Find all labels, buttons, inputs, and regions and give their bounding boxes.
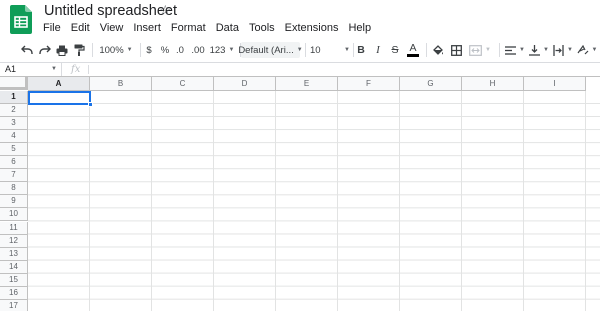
chevron-down-icon: ▼	[543, 47, 549, 53]
text-wrapping-icon[interactable]: ▼	[551, 42, 575, 58]
text-color-swatch	[407, 54, 419, 57]
name-box[interactable]: A1 ▼	[0, 63, 62, 76]
star-icon[interactable]: ☆	[159, 2, 172, 19]
menu-extensions[interactable]: Extensions	[280, 22, 344, 36]
name-box-value: A1	[5, 64, 17, 74]
merge-cells-icon[interactable]: ▼	[467, 42, 493, 58]
row-header-8[interactable]: 8	[0, 182, 28, 196]
text-rotation-icon[interactable]: ▼	[575, 42, 599, 58]
increase-decimals-button[interactable]: .00	[190, 42, 206, 58]
column-header-g[interactable]: G	[400, 77, 462, 91]
decrease-decimals-button[interactable]: .0	[174, 42, 186, 58]
chevron-down-icon: ▼	[519, 47, 525, 53]
row-header-4[interactable]: 4	[0, 130, 28, 144]
increase-decimals-label: .00	[191, 44, 205, 56]
select-all-corner[interactable]	[0, 77, 28, 90]
column-header-e[interactable]: E	[276, 77, 338, 91]
menu-format[interactable]: Format	[166, 22, 211, 36]
row-header-14[interactable]: 14	[0, 260, 28, 274]
cell-area[interactable]	[28, 91, 600, 311]
zoom-value: 100%	[99, 44, 124, 56]
chevron-down-icon: ▼	[296, 47, 303, 53]
row-header-16[interactable]: 16	[0, 286, 28, 300]
active-cell-a1[interactable]	[28, 91, 91, 105]
toolbar: 100% ▼ $ % .0 .00 123 ▼ Default (Ari... ▼ 1…	[10, 39, 600, 61]
borders-icon[interactable]	[449, 42, 463, 58]
redo-icon[interactable]	[38, 42, 52, 58]
fill-handle[interactable]	[88, 102, 93, 107]
menu-help[interactable]: Help	[343, 22, 376, 36]
chevron-down-icon: ▼	[51, 66, 57, 72]
row-header-6[interactable]: 6	[0, 156, 28, 170]
chevron-down-icon: ▼	[344, 47, 350, 53]
vertical-align-icon[interactable]: ▼	[527, 42, 551, 58]
menu-data[interactable]: Data	[211, 22, 244, 36]
title-bar: Untitled spreadsheet ☆ File Edit View In…	[0, 0, 600, 38]
text-color-letter: A	[409, 42, 417, 54]
chevron-down-icon: ▼	[126, 47, 133, 53]
more-formats-select[interactable]: 123 ▼	[209, 42, 235, 58]
row-header-13[interactable]: 13	[0, 247, 28, 261]
row-header-7[interactable]: 7	[0, 169, 28, 183]
menu-edit[interactable]: Edit	[66, 22, 95, 36]
sheets-logo-icon[interactable]	[10, 5, 32, 34]
decrease-decimals-label: .0	[176, 44, 184, 56]
row-header-2[interactable]: 2	[0, 104, 28, 118]
column-header-a[interactable]: A	[28, 77, 90, 91]
menu-view[interactable]: View	[95, 22, 129, 36]
row-header-12[interactable]: 12	[0, 234, 28, 248]
row-header-10[interactable]: 10	[0, 208, 28, 222]
document-title[interactable]: Untitled spreadsheet	[44, 3, 177, 19]
menu-file[interactable]: File	[38, 22, 66, 36]
spreadsheet-grid[interactable]: ABCDEFGHI 1 2 3 4 5 6 7 8 9 10 11 12 13 14 15 16 17	[0, 76, 600, 311]
column-header-c[interactable]: C	[152, 77, 214, 91]
menu-tools[interactable]: Tools	[244, 22, 280, 36]
text-color-button[interactable]: A	[406, 42, 420, 58]
row-header-9[interactable]: 9	[0, 195, 28, 209]
column-header-d[interactable]: D	[214, 77, 276, 91]
italic-button[interactable]: I	[373, 42, 383, 58]
print-icon[interactable]	[55, 42, 69, 58]
currency-button[interactable]: $	[144, 42, 154, 58]
zoom-select[interactable]: 100% ▼	[99, 42, 133, 58]
strikethrough-button[interactable]: S	[390, 42, 400, 58]
chevron-down-icon: ▼	[591, 47, 598, 53]
menu-bar: File Edit View Insert Format Data Tools …	[38, 22, 376, 36]
font-size-value: 10	[310, 44, 321, 56]
row-header-11[interactable]: 11	[0, 221, 28, 235]
undo-icon[interactable]	[20, 42, 34, 58]
fx-icon: fx	[71, 64, 81, 75]
column-header-f[interactable]: F	[338, 77, 400, 91]
row-header-1[interactable]: 1	[0, 91, 28, 105]
font-select[interactable]: Default (Ari... ▼	[238, 42, 303, 58]
paint-format-icon[interactable]	[72, 42, 86, 58]
more-formats-label: 123	[209, 44, 226, 56]
column-header-i[interactable]: I	[524, 77, 586, 91]
row-header-5[interactable]: 5	[0, 143, 28, 157]
column-header-h[interactable]: H	[462, 77, 524, 91]
formula-divider	[88, 65, 89, 74]
bold-button[interactable]: B	[356, 42, 366, 58]
chevron-down-icon: ▼	[485, 47, 491, 53]
percent-button[interactable]: %	[160, 42, 170, 58]
chevron-down-icon: ▼	[228, 47, 235, 53]
row-header-17[interactable]: 17	[0, 299, 28, 311]
formula-bar: A1 ▼ fx	[0, 62, 600, 76]
horizontal-align-icon[interactable]: ▼	[503, 42, 527, 58]
row-header-15[interactable]: 15	[0, 273, 28, 287]
row-header-3[interactable]: 3	[0, 117, 28, 131]
font-size-select[interactable]: 10 ▼	[310, 42, 350, 58]
menu-insert[interactable]: Insert	[128, 22, 166, 36]
font-name: Default (Ari...	[238, 44, 294, 56]
chevron-down-icon: ▼	[567, 47, 573, 53]
fill-color-icon[interactable]	[431, 42, 445, 58]
column-header-b[interactable]: B	[90, 77, 152, 91]
